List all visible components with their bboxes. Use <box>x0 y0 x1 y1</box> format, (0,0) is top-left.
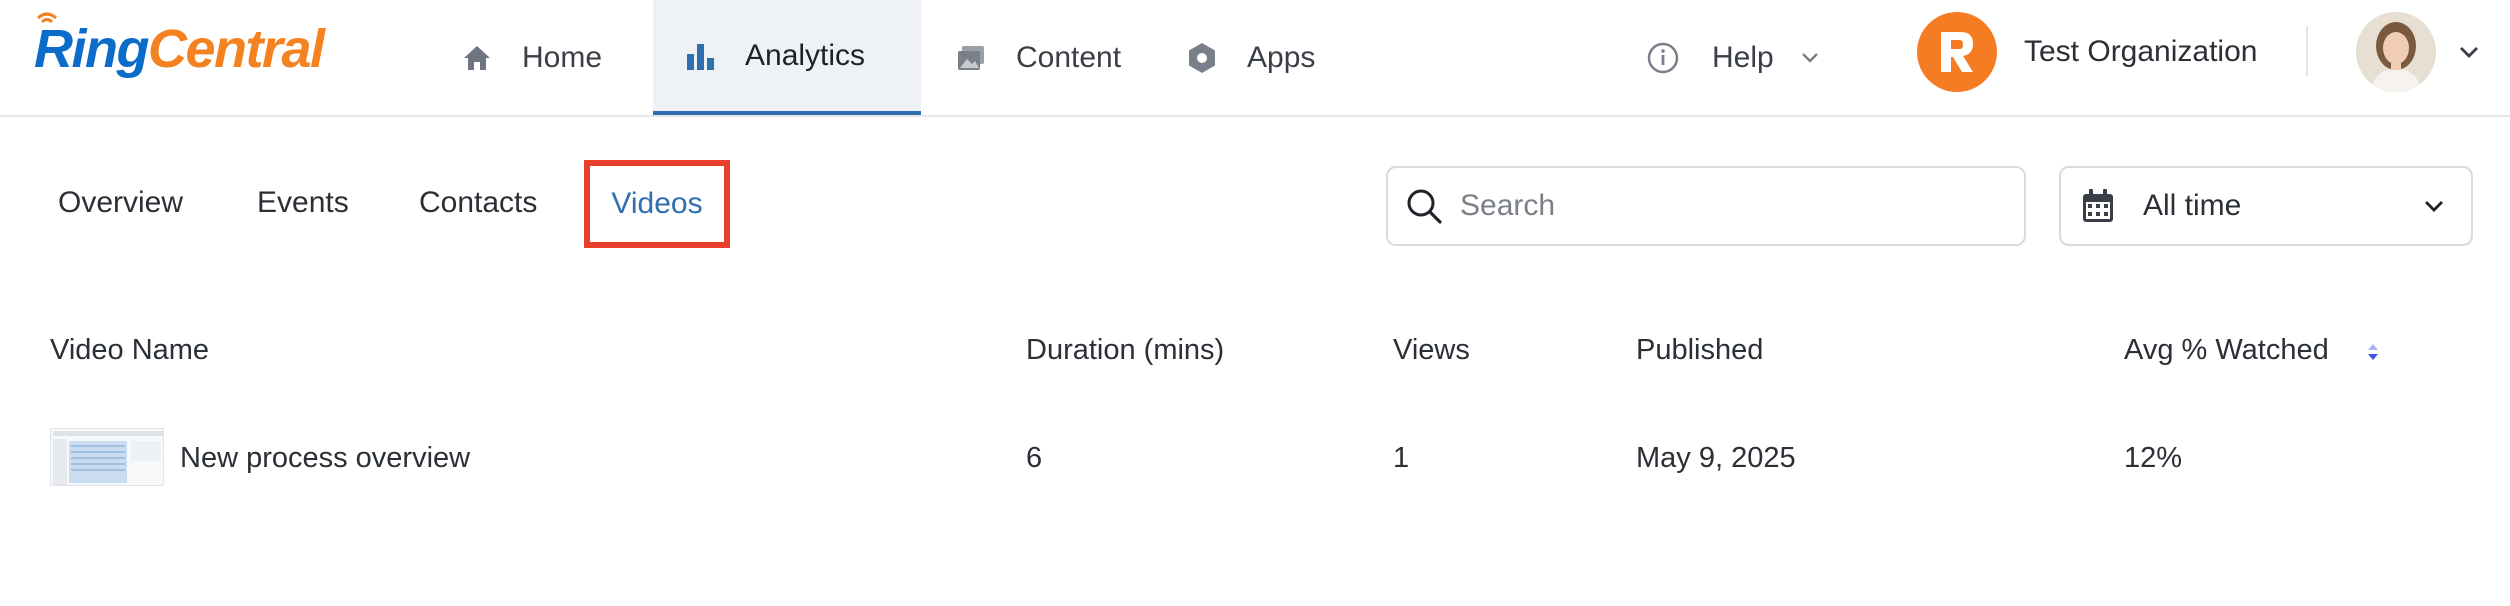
organization-name: Test Organization <box>2024 35 2258 68</box>
tab-events[interactable]: Events <box>257 186 349 220</box>
organization-switcher[interactable]: Test Organization <box>1917 12 2257 92</box>
nav-content-label: Content <box>1016 40 1122 74</box>
date-range-select[interactable]: All time <box>2059 166 2473 246</box>
nav-home[interactable]: Home <box>460 0 602 115</box>
published-cell: May 9, 2025 <box>1636 442 1796 474</box>
search-icon <box>1407 189 1442 224</box>
nav-help-label: Help <box>1712 40 1774 74</box>
top-navigation: Ring Central Home Analytics Content Apps … <box>0 0 2510 117</box>
hexagon-icon <box>1185 41 1219 75</box>
wifi-icon <box>37 12 57 24</box>
logo-text-central: Central <box>147 19 325 79</box>
column-header-avg-watched[interactable]: Avg % Watched <box>2124 334 2329 367</box>
column-header-published[interactable]: Published <box>1636 334 1763 367</box>
header-divider <box>2306 26 2308 76</box>
column-header-duration[interactable]: Duration (mins) <box>1026 334 1224 367</box>
ringcentral-logo[interactable]: Ring Central <box>34 12 325 79</box>
video-name-cell[interactable]: New process overview <box>180 442 470 475</box>
nav-apps[interactable]: Apps <box>1185 0 1315 115</box>
video-thumbnail[interactable] <box>50 428 164 486</box>
table-row[interactable]: New process overview 6 1 May 9, 2025 12% <box>0 420 2510 500</box>
image-stack-icon <box>954 41 988 75</box>
nav-content[interactable]: Content <box>954 0 1121 115</box>
chevron-down-icon <box>2425 201 2443 212</box>
home-icon <box>460 41 494 75</box>
nav-analytics-label: Analytics <box>745 38 866 72</box>
tab-videos[interactable]: Videos <box>611 187 702 221</box>
avg-watched-cell: 12% <box>2124 442 2183 474</box>
tab-overview[interactable]: Overview <box>58 186 183 220</box>
views-cell: 1 <box>1393 442 1410 474</box>
sort-icon[interactable] <box>2365 340 2381 364</box>
organization-logo <box>1917 12 1997 92</box>
column-header-video-name[interactable]: Video Name <box>50 334 209 367</box>
nav-home-label: Home <box>522 40 603 74</box>
chevron-down-icon[interactable] <box>1800 51 1820 65</box>
calendar-icon <box>2083 189 2113 222</box>
search-box[interactable] <box>1386 166 2026 246</box>
search-input[interactable] <box>1460 189 2000 223</box>
info-circle-icon <box>1646 41 1680 75</box>
nav-apps-label: Apps <box>1247 40 1316 74</box>
column-header-views[interactable]: Views <box>1393 334 1470 367</box>
duration-cell: 6 <box>1026 442 1043 474</box>
date-range-value: All time <box>2143 189 2242 222</box>
tab-videos-highlight[interactable]: Videos <box>584 160 730 248</box>
chevron-down-icon[interactable] <box>2458 44 2480 60</box>
bar-chart-icon <box>683 39 717 73</box>
user-avatar[interactable] <box>2356 12 2436 92</box>
tab-contacts[interactable]: Contacts <box>419 186 537 220</box>
nav-help[interactable]: Help <box>1646 0 1820 115</box>
nav-analytics[interactable]: Analytics <box>653 0 921 115</box>
